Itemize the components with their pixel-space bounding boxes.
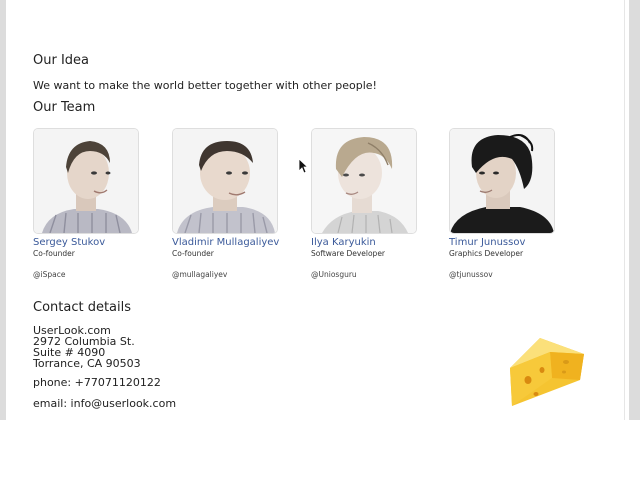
member-role: Co-founder [33,249,75,258]
contact-city: Torrance, CA 90503 [33,357,141,370]
member-handle[interactable]: @Uniosguru [311,270,431,279]
about-page: Our Idea We want to make the world bette… [6,0,624,420]
team-member-card: Timur Junussov Graphics Developer @tjunu… [449,128,569,279]
contact-heading: Contact details [33,300,132,315]
member-role: Software Developer [311,249,386,258]
member-handle[interactable]: @iSpace [33,270,153,279]
contact-phone: phone: +77071120122 [33,376,161,389]
member-photo[interactable] [449,128,555,234]
window-right-border [629,0,640,420]
contact-email[interactable]: email: info@userlook.com [33,397,176,410]
team-heading: Our Team [33,100,96,115]
member-photo[interactable] [172,128,278,234]
member-name-link[interactable]: Timur Junussov [449,237,569,248]
contact-address: UserLook.com 2972 Columbia St. Suite # 4… [33,325,141,369]
team-member-card: Sergey Stukov Co-founder @iSpace [33,128,153,279]
member-name-link[interactable]: Vladimir Mullagaliyev [172,237,292,248]
member-photo[interactable] [311,128,417,234]
member-name-link[interactable]: Ilya Karyukin [311,237,431,248]
page-right-edge [624,0,625,420]
member-role: Co-founder [172,249,214,258]
member-name-link[interactable]: Sergey Stukov [33,237,153,248]
member-role: Graphics Developer [449,249,524,258]
mouse-cursor-icon [298,158,309,178]
team-member-card: Ilya Karyukin Software Developer @Uniosg… [311,128,431,279]
cheese-logo-icon [506,334,586,418]
idea-heading: Our Idea [33,53,89,68]
member-handle[interactable]: @tjunussov [449,270,569,279]
team-member-card: Vladimir Mullagaliyev Co-founder @mullag… [172,128,292,279]
member-handle[interactable]: @mullagaliyev [172,270,292,279]
idea-text: We want to make the world better togethe… [33,79,377,92]
member-photo[interactable] [33,128,139,234]
